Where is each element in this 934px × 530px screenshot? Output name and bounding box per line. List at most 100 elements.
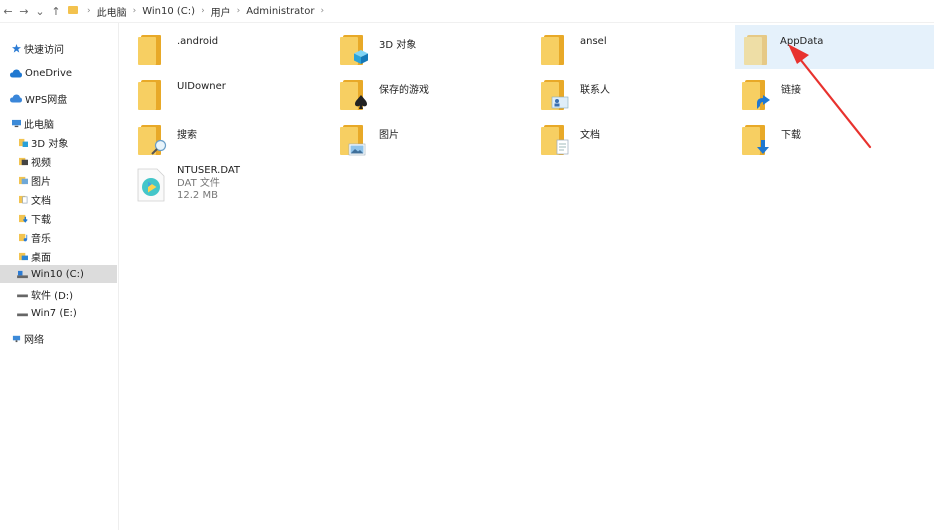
drive-icon [17,270,28,278]
music-icon [19,233,28,241]
folder-links-icon [741,80,771,110]
sidebar-item-label: 下载 [31,214,51,226]
folder-search-icon [137,125,167,155]
file-type: DAT 文件 [177,178,220,189]
breadcrumb-this-pc[interactable]: 此电脑 [97,4,127,19]
folder-item-ansel[interactable]: ansel [522,23,722,67]
file-details: DAT 文件 12.2 MB [177,178,220,202]
media-file-icon [137,168,165,202]
sidebar-item-label: WPS网盘 [25,94,68,106]
sidebar-item-pictures[interactable]: 图片 [19,171,114,189]
sidebar-item-videos[interactable]: 视频 [19,152,114,170]
chevron-right-icon[interactable]: › [133,6,137,16]
folder-item-documents[interactable]: 文档 [522,113,722,157]
cloud-icon [10,94,22,102]
star-icon [12,43,21,53]
folder-icon [137,80,167,110]
sidebar-item-music[interactable]: 音乐 [19,228,114,246]
drive-icon [17,313,28,316]
folder-name: UIDowner [177,81,226,92]
folder-name: ansel [580,36,607,47]
sidebar-item-onedrive[interactable]: OneDrive [10,64,110,82]
sidebar-item-label: Win7 (E:) [31,307,77,319]
folder-games-icon [339,80,369,110]
sidebar-item-label: 此电脑 [24,119,54,131]
breadcrumb-administrator[interactable]: Administrator [246,6,314,17]
folder-downloads-icon [741,125,771,155]
picture-icon [19,176,28,184]
sidebar-item-label: 桌面 [31,252,51,264]
folder-item-links[interactable]: 链接 [723,68,923,112]
cube-icon [19,138,28,147]
folder-icon [68,6,78,14]
chevron-right-icon[interactable]: › [237,6,241,16]
folder-name: 保存的游戏 [379,85,429,96]
sidebar-item-label: 文档 [31,195,51,207]
folder-name: .android [177,36,219,47]
sidebar-item-documents[interactable]: 文档 [19,190,114,208]
sidebar-item-3d-objects[interactable]: 3D 对象 [19,133,114,151]
document-icon [19,195,28,203]
folder-name: 联系人 [580,85,610,96]
sidebar-item-wps-drive[interactable]: WPS网盘 [10,89,110,107]
sidebar-item-desktop[interactable]: 桌面 [19,247,114,265]
sidebar-item-drive-c[interactable]: Win10 (C:) [0,265,117,283]
sidebar-item-label: 视频 [31,157,51,169]
sidebar-item-drive-e[interactable]: Win7 (E:) [17,304,114,322]
chevron-right-icon[interactable]: › [87,6,91,16]
folder-item-downloads[interactable]: 下载 [723,113,923,157]
sidebar-item-label: 音乐 [31,233,51,245]
sidebar-item-label: 图片 [31,176,51,188]
folder-icon [137,35,167,65]
file-size: 12.2 MB [177,190,218,201]
folder-item-pictures[interactable]: 图片 [321,113,521,157]
recent-locations-button[interactable]: ⌄ [32,2,48,20]
sidebar-item-network[interactable]: 网络 [12,329,112,347]
folder-item-contacts[interactable]: 联系人 [522,68,722,112]
cloud-icon [10,69,22,77]
desktop-icon [19,252,28,260]
address-bar: ← → ⌄ ↑ › 此电脑 › Win10 (C:) › 用户 › Admini… [0,0,934,23]
sidebar-item-label: Win10 (C:) [31,268,84,280]
forward-button[interactable]: → [16,2,32,20]
folder-icon [540,35,570,65]
sidebar-item-label: OneDrive [25,67,73,79]
download-icon [19,214,28,223]
folder-3d-icon [339,35,369,65]
sidebar-item-quick-access[interactable]: 快速访问 [12,39,112,57]
folder-documents-icon [540,125,570,155]
sidebar-item-drive-d[interactable]: 软件 (D:) [17,285,114,303]
video-icon [19,157,28,165]
folder-icon [743,35,773,65]
chevron-right-icon[interactable]: › [201,6,205,16]
drive-icon [17,294,28,297]
breadcrumb-users[interactable]: 用户 [211,4,231,19]
folder-name: 链接 [781,85,801,96]
sidebar-item-this-pc[interactable]: 此电脑 [12,114,112,132]
chevron-right-icon[interactable]: › [320,6,324,16]
folder-item-searches[interactable]: 搜索 [119,113,319,157]
sidebar-item-label: 3D 对象 [31,138,69,150]
folder-item-saved-games[interactable]: 保存的游戏 [321,68,521,112]
up-button[interactable]: ↑ [48,2,64,20]
back-button[interactable]: ← [0,2,16,20]
navigation-pane: 快速访问 OneDrive WPS网盘 此电脑 3D 对象 视频 图片 文档 下… [0,23,119,530]
computer-icon [12,119,21,127]
folder-item-appdata[interactable]: AppData [735,25,934,69]
sidebar-item-label: 软件 (D:) [31,290,74,302]
file-name: NTUSER.DAT [177,165,241,176]
folder-name: 下载 [781,130,801,141]
network-icon [12,335,21,342]
folder-item-android[interactable]: .android [119,23,319,67]
folder-name: 图片 [379,130,399,141]
sidebar-item-downloads[interactable]: 下载 [19,209,114,227]
folder-item-uidowner[interactable]: UIDowner [119,68,319,112]
folder-name: AppData [780,36,824,47]
folder-name: 文档 [580,130,600,141]
folder-contacts-icon [540,80,570,110]
sidebar-item-label: 网络 [24,334,44,346]
file-list: .android 3D 对象 ansel AppData UIDowner 保存… [119,23,934,530]
folder-pictures-icon [339,125,369,156]
breadcrumb-drive-c[interactable]: Win10 (C:) [142,6,195,17]
folder-item-3d-objects[interactable]: 3D 对象 [321,23,521,67]
